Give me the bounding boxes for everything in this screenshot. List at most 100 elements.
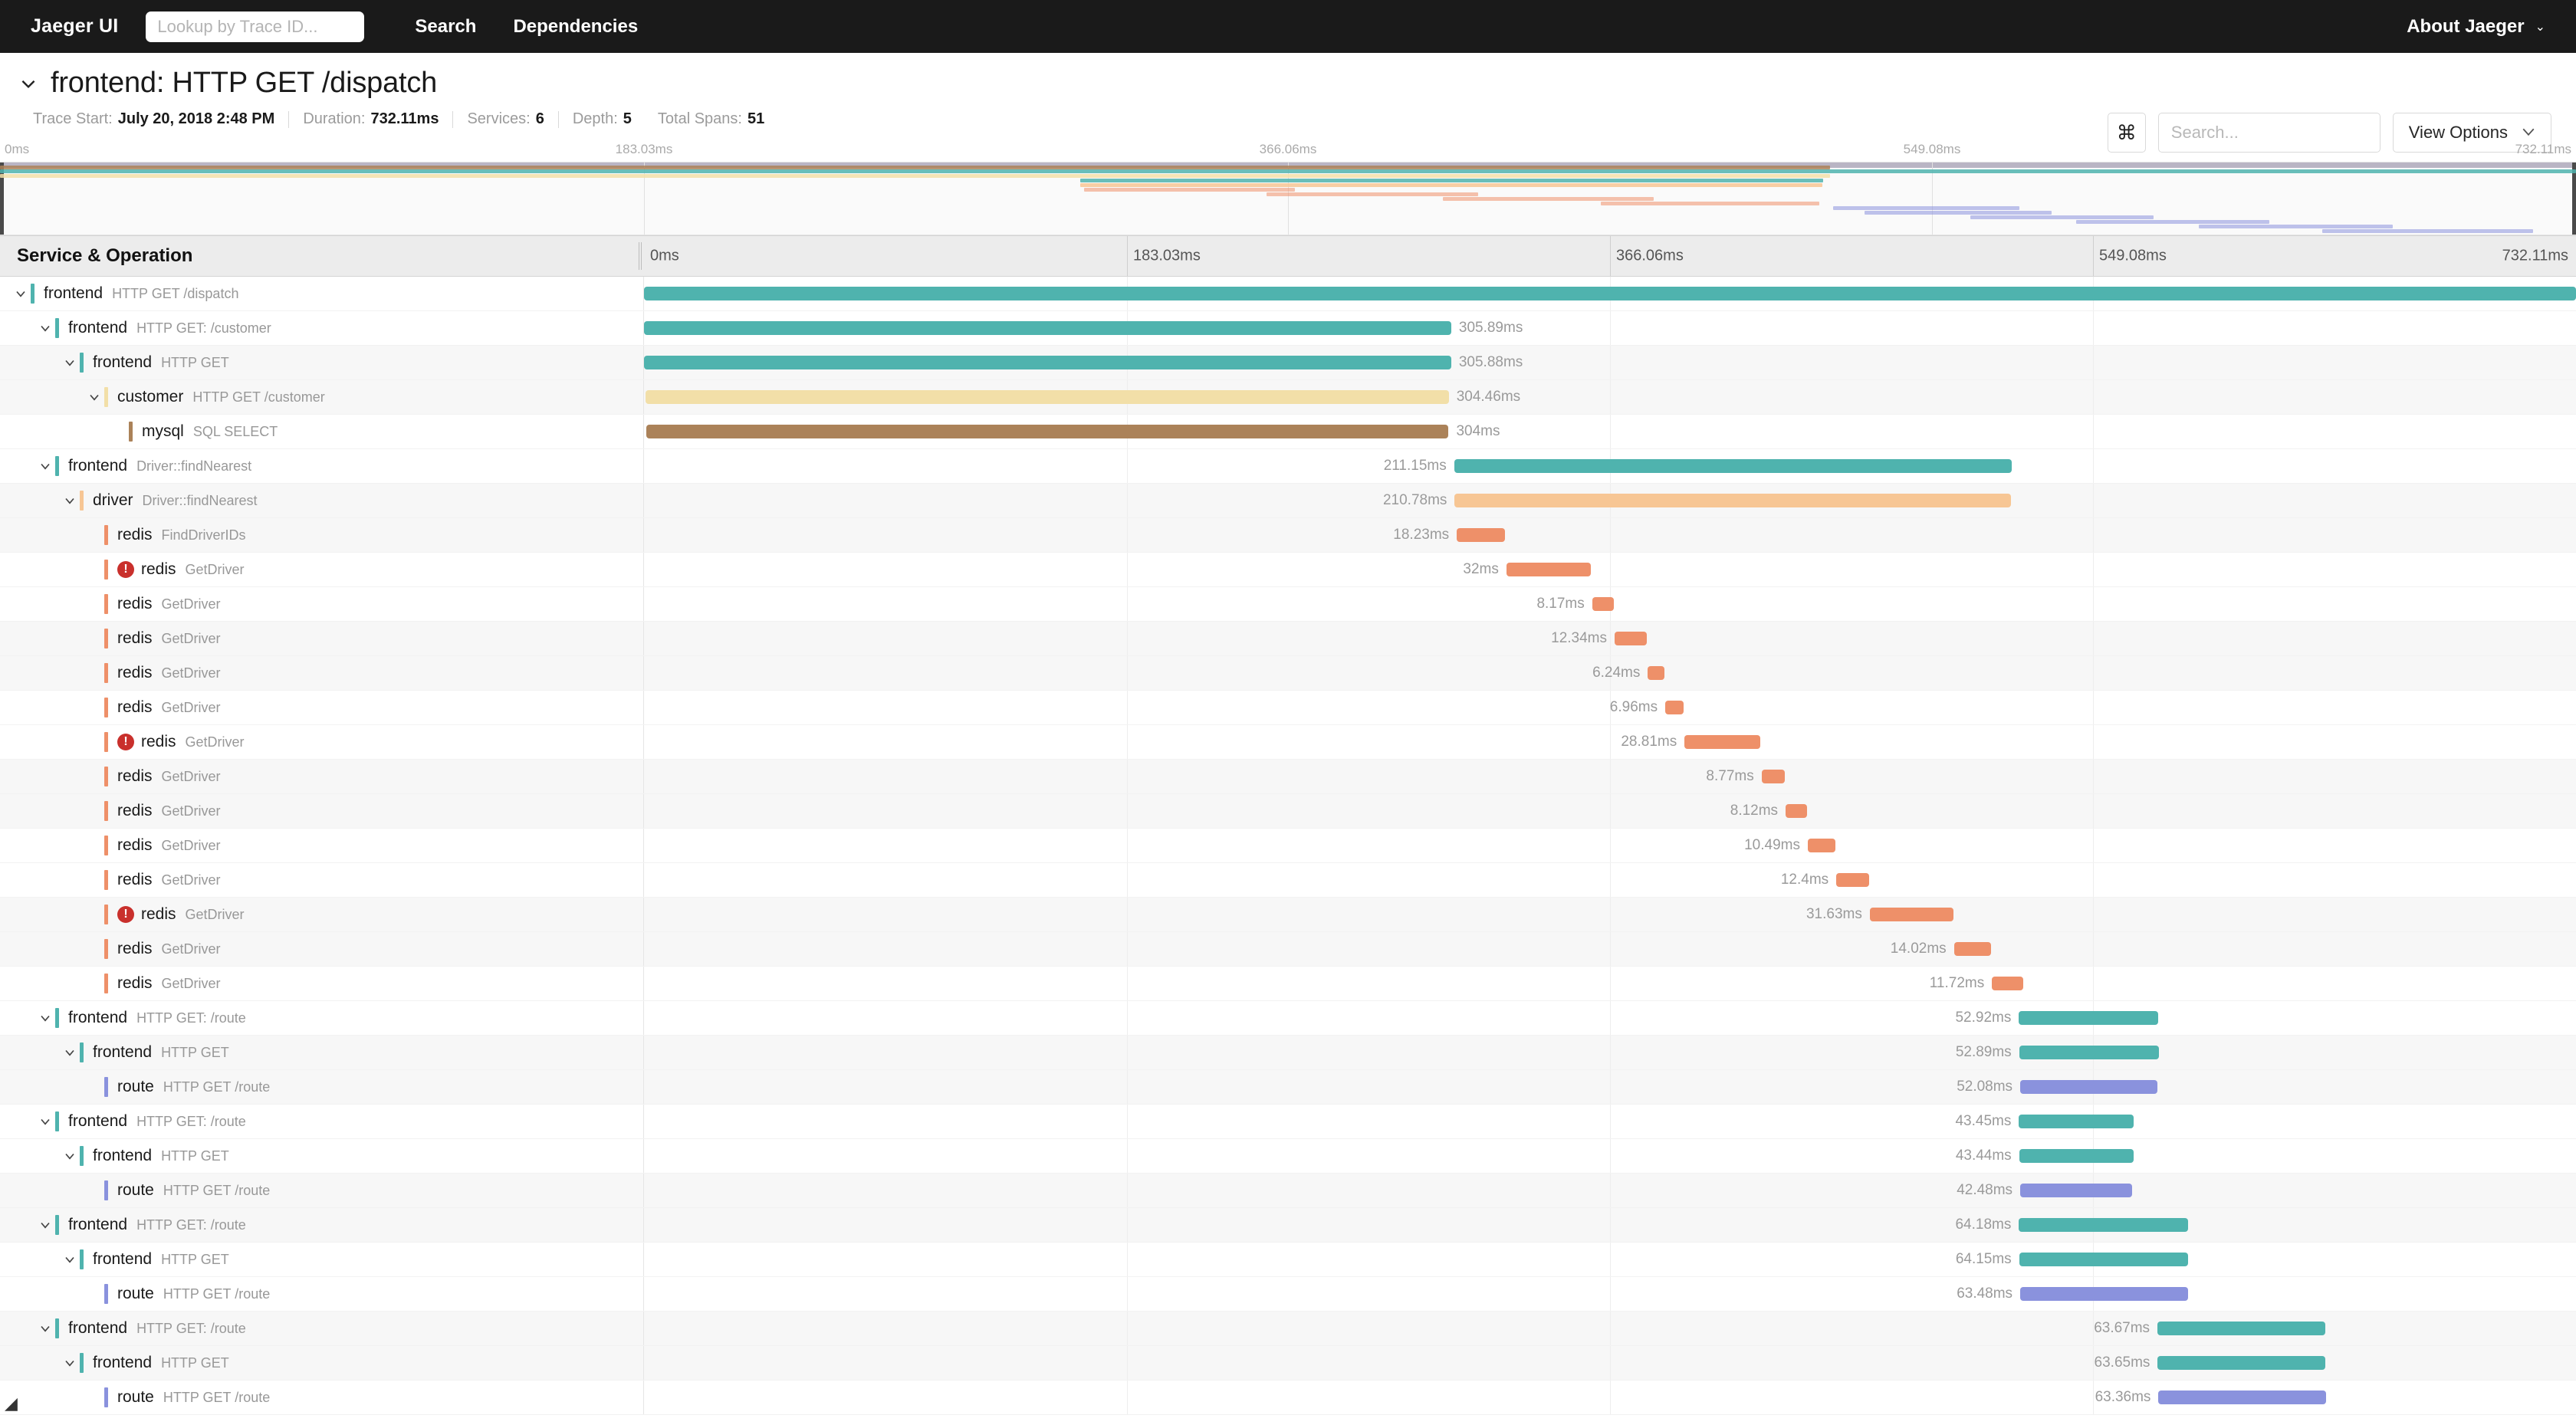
table-row[interactable]: redis GetDriver 8.17ms — [0, 587, 2576, 622]
span-bar-cell[interactable]: 18.23ms — [644, 518, 2576, 552]
table-row[interactable]: ! redis GetDriver 32ms — [0, 553, 2576, 587]
nav-link-search[interactable]: Search — [415, 16, 476, 38]
span-duration-bar[interactable] — [2019, 1149, 2134, 1163]
span-bar-cell[interactable]: 43.44ms — [644, 1139, 2576, 1173]
span-name-cell[interactable]: redis GetDriver — [0, 760, 644, 793]
span-bar-cell[interactable]: 28.81ms — [644, 725, 2576, 759]
span-bar-cell[interactable]: 11.72ms — [644, 967, 2576, 1000]
span-duration-bar[interactable] — [644, 321, 1451, 335]
span-duration-bar[interactable] — [2019, 1115, 2134, 1128]
span-bar-cell[interactable]: 32ms — [644, 553, 2576, 586]
column-resizer-handle[interactable] — [639, 242, 642, 270]
span-duration-bar[interactable] — [1807, 839, 1836, 852]
table-row[interactable]: driver Driver::findNearest 210.78ms — [0, 484, 2576, 518]
chevron-down-icon[interactable] — [35, 456, 55, 476]
span-bar-cell[interactable]: 14.02ms — [644, 932, 2576, 966]
span-duration-bar[interactable] — [645, 390, 1449, 404]
chevron-down-icon[interactable] — [35, 1215, 55, 1235]
span-name-cell[interactable]: ! redis GetDriver — [0, 553, 644, 586]
span-duration-bar[interactable] — [1992, 977, 2023, 990]
span-name-cell[interactable]: redis GetDriver — [0, 691, 644, 724]
span-name-cell[interactable]: route HTTP GET /route — [0, 1277, 644, 1311]
table-row[interactable]: redis GetDriver 11.72ms — [0, 967, 2576, 1001]
chevron-down-icon[interactable] — [84, 387, 104, 407]
table-row[interactable]: redis GetDriver 12.34ms — [0, 622, 2576, 656]
span-name-cell[interactable]: frontend Driver::findNearest — [0, 449, 644, 483]
span-name-cell[interactable]: redis GetDriver — [0, 863, 644, 897]
span-name-cell[interactable]: frontend HTTP GET: /route — [0, 1312, 644, 1345]
chevron-down-icon[interactable] — [60, 491, 80, 511]
span-bar-cell[interactable]: 12.4ms — [644, 863, 2576, 897]
table-row[interactable]: redis GetDriver 14.02ms — [0, 932, 2576, 967]
brand-logo[interactable]: Jaeger UI — [31, 15, 118, 38]
span-duration-bar[interactable] — [1684, 735, 1761, 749]
table-row[interactable]: mysql SQL SELECT 304ms — [0, 415, 2576, 449]
span-name-cell[interactable]: frontend HTTP GET — [0, 1139, 644, 1173]
span-bar-cell[interactable]: 64.15ms — [644, 1243, 2576, 1276]
span-bar-cell[interactable]: 305.89ms — [644, 311, 2576, 345]
span-duration-bar[interactable] — [1648, 666, 1664, 680]
span-bar-cell[interactable]: 304ms — [644, 415, 2576, 448]
table-row[interactable]: redis GetDriver 6.24ms — [0, 656, 2576, 691]
span-bar-cell[interactable]: 12.34ms — [644, 622, 2576, 655]
table-row[interactable]: ! redis GetDriver 28.81ms — [0, 725, 2576, 760]
chevron-down-icon[interactable] — [11, 284, 31, 304]
span-duration-bar[interactable] — [2019, 1011, 2159, 1025]
span-bar-cell[interactable]: 63.67ms — [644, 1312, 2576, 1345]
span-name-cell[interactable]: frontend HTTP GET — [0, 1243, 644, 1276]
table-row[interactable]: frontend HTTP GET: /route 64.18ms — [0, 1208, 2576, 1243]
span-name-cell[interactable]: redis GetDriver — [0, 622, 644, 655]
span-name-cell[interactable]: frontend HTTP GET: /route — [0, 1105, 644, 1138]
span-name-cell[interactable]: frontend HTTP GET: /route — [0, 1208, 644, 1242]
span-duration-bar[interactable] — [1869, 908, 1953, 921]
span-name-cell[interactable]: route HTTP GET /route — [0, 1381, 644, 1414]
minimap-drag-handle-right[interactable] — [2572, 163, 2576, 235]
span-name-cell[interactable]: route HTTP GET /route — [0, 1070, 644, 1104]
table-row[interactable]: route HTTP GET /route 63.36ms — [0, 1381, 2576, 1415]
table-row[interactable]: redis GetDriver 8.12ms — [0, 794, 2576, 829]
span-duration-bar[interactable] — [2020, 1287, 2188, 1301]
table-row[interactable]: route HTTP GET /route 42.48ms — [0, 1174, 2576, 1208]
span-duration-bar[interactable] — [1454, 494, 2011, 507]
span-name-cell[interactable]: frontend HTTP GET: /customer — [0, 311, 644, 345]
span-duration-bar[interactable] — [2020, 1184, 2133, 1197]
span-duration-bar[interactable] — [2157, 1356, 2326, 1370]
chevron-down-icon[interactable] — [35, 1318, 55, 1338]
table-row[interactable]: frontend HTTP GET 305.88ms — [0, 346, 2576, 380]
table-row[interactable]: frontend HTTP GET: /customer 305.89ms — [0, 311, 2576, 346]
chevron-down-icon[interactable] — [60, 1353, 80, 1373]
span-name-cell[interactable]: redis FindDriverIDs — [0, 518, 644, 552]
span-name-cell[interactable]: frontend HTTP GET — [0, 1036, 644, 1069]
span-duration-bar[interactable] — [2019, 1253, 2189, 1266]
span-duration-bar[interactable] — [1615, 632, 1648, 645]
chevron-down-icon[interactable] — [35, 318, 55, 338]
span-bar-cell[interactable]: 64.18ms — [644, 1208, 2576, 1242]
span-bar-cell[interactable]: 10.49ms — [644, 829, 2576, 862]
span-bar-cell[interactable]: 52.92ms — [644, 1001, 2576, 1035]
span-bar-cell[interactable] — [644, 277, 2576, 310]
span-duration-bar[interactable] — [2158, 1391, 2326, 1404]
span-duration-bar[interactable] — [2157, 1322, 2326, 1335]
span-bar-cell[interactable]: 304.46ms — [644, 380, 2576, 414]
span-bar-cell[interactable]: 63.48ms — [644, 1277, 2576, 1311]
table-row[interactable]: redis FindDriverIDs 18.23ms — [0, 518, 2576, 553]
span-bar-cell[interactable]: 8.12ms — [644, 794, 2576, 828]
span-name-cell[interactable]: route HTTP GET /route — [0, 1174, 644, 1207]
span-name-cell[interactable]: frontend HTTP GET — [0, 1346, 644, 1380]
span-bar-cell[interactable]: 6.24ms — [644, 656, 2576, 690]
chevron-down-icon[interactable] — [60, 353, 80, 373]
span-bar-cell[interactable]: 8.77ms — [644, 760, 2576, 793]
span-name-cell[interactable]: ! redis GetDriver — [0, 898, 644, 931]
span-duration-bar[interactable] — [644, 287, 2576, 300]
table-row[interactable]: frontend HTTP GET 52.89ms — [0, 1036, 2576, 1070]
span-name-cell[interactable]: redis GetDriver — [0, 932, 644, 966]
table-row[interactable]: redis GetDriver 8.77ms — [0, 760, 2576, 794]
span-name-cell[interactable]: redis GetDriver — [0, 794, 644, 828]
table-row[interactable]: frontend HTTP GET 63.65ms — [0, 1346, 2576, 1381]
table-row[interactable]: frontend HTTP GET: /route 63.67ms — [0, 1312, 2576, 1346]
span-bar-cell[interactable]: 63.36ms — [644, 1381, 2576, 1414]
table-row[interactable]: customer HTTP GET /customer 304.46ms — [0, 380, 2576, 415]
table-row[interactable]: redis GetDriver 10.49ms — [0, 829, 2576, 863]
span-bar-cell[interactable]: 52.89ms — [644, 1036, 2576, 1069]
span-duration-bar[interactable] — [1761, 770, 1785, 783]
